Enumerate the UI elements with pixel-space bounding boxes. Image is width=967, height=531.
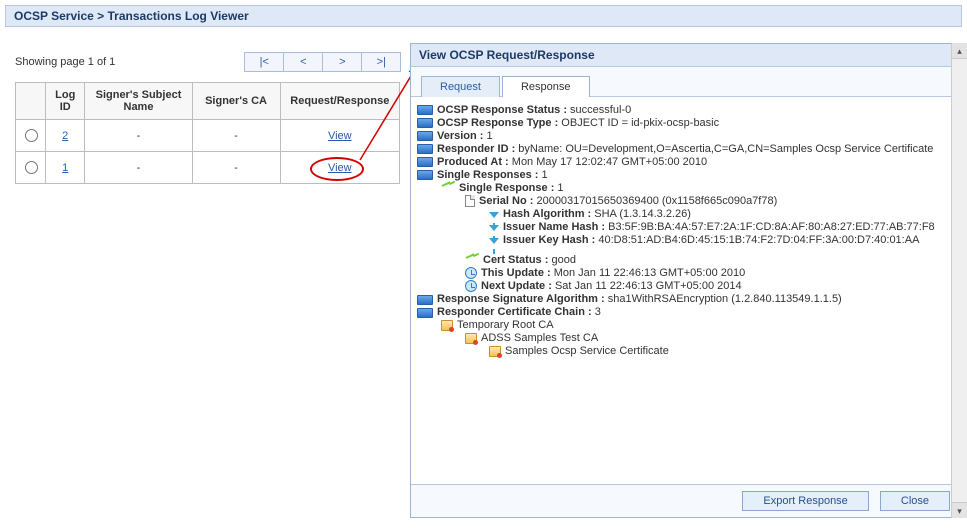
pager-first[interactable]: |< xyxy=(244,52,284,72)
brick-icon xyxy=(417,105,433,115)
clock-icon xyxy=(465,280,477,292)
response-type-value: OBJECT ID = id-pkix-ocsp-basic xyxy=(558,117,719,129)
brick-icon xyxy=(417,131,433,141)
issuerkey-label: Issuer Key Hash : xyxy=(503,234,595,246)
vertical-scrollbar[interactable]: ▴ ▾ xyxy=(951,43,967,518)
breadcrumb: OCSP Service > Transactions Log Viewer xyxy=(5,5,962,27)
issuername-label: Issuer Name Hash : xyxy=(503,221,605,233)
cert-node: Samples Ocsp Service Certificate xyxy=(505,345,669,357)
col-logid: Log ID xyxy=(46,83,85,120)
tab-response[interactable]: Response xyxy=(502,76,590,97)
clock-icon xyxy=(465,267,477,279)
sigalg-value: sha1WithRSAEncryption (1.2.840.113549.1.… xyxy=(605,293,842,305)
certificate-icon xyxy=(489,346,501,357)
close-button[interactable]: Close xyxy=(880,491,950,511)
row-ca: - xyxy=(192,120,280,152)
certificate-icon xyxy=(441,320,453,331)
pager-text: Showing page 1 of 1 xyxy=(15,56,115,68)
export-response-button[interactable]: Export Response xyxy=(742,491,868,511)
doc-icon xyxy=(465,195,475,207)
issuerkey-value: 40:D8:51:AD:B4:6D:45:15:1B:74:F2:7D:04:F… xyxy=(595,234,919,246)
responderid-label: Responder ID : xyxy=(437,143,515,155)
single-response-label: Single Response : xyxy=(459,182,554,194)
filter-icon xyxy=(489,225,499,231)
response-type-label: OCSP Response Type : xyxy=(437,117,558,129)
log-table: Log ID Signer's Subject Name Signer's CA… xyxy=(15,82,400,184)
nextupdate-value: Sat Jan 11 22:46:13 GMT+05:00 2014 xyxy=(552,280,742,292)
version-label: Version : xyxy=(437,130,483,142)
brick-icon xyxy=(417,144,433,154)
response-tree: OCSP Response Status : successful-0 OCSP… xyxy=(411,97,956,484)
detail-panel: View OCSP Request/Response Request Respo… xyxy=(410,43,957,518)
scroll-up-icon[interactable]: ▴ xyxy=(952,43,967,59)
hashalg-label: Hash Algorithm : xyxy=(503,208,591,220)
brick-icon xyxy=(417,170,433,180)
scroll-down-icon[interactable]: ▾ xyxy=(952,502,967,518)
filter-icon xyxy=(489,212,499,218)
nextupdate-label: Next Update : xyxy=(481,280,552,292)
tab-strip: Request Response xyxy=(411,67,956,97)
responderid-value: byName: OU=Development,O=Ascertia,C=GA,C… xyxy=(515,143,933,155)
col-select xyxy=(16,83,46,120)
table-row: 2 - - View xyxy=(16,120,400,152)
cert-node: Temporary Root CA xyxy=(457,319,554,331)
certificate-icon xyxy=(465,333,477,344)
certstatus-value: good xyxy=(548,254,576,266)
certchain-value: 3 xyxy=(592,306,601,318)
row-signer: - xyxy=(85,120,192,152)
pager-next[interactable]: > xyxy=(322,52,362,72)
brick-icon xyxy=(417,157,433,167)
col-reqres: Request/Response xyxy=(280,83,399,120)
certstatus-label: Cert Status : xyxy=(483,254,548,266)
brick-icon xyxy=(417,118,433,128)
cert-node: ADSS Samples Test CA xyxy=(481,332,598,344)
logid-link[interactable]: 1 xyxy=(62,162,68,174)
pager-last[interactable]: >| xyxy=(361,52,401,72)
row-ca: - xyxy=(192,152,280,184)
brick-icon xyxy=(417,295,433,305)
serial-label: Serial No : xyxy=(479,195,533,207)
response-status-label: OCSP Response Status : xyxy=(437,104,567,116)
certchain-label: Responder Certificate Chain : xyxy=(437,306,592,318)
tab-request[interactable]: Request xyxy=(421,76,500,97)
single-response-value: 1 xyxy=(554,182,563,194)
hashalg-value: SHA (1.3.14.3.2.26) xyxy=(591,208,691,220)
panel-title: View OCSP Request/Response xyxy=(411,44,956,67)
filter-icon xyxy=(489,238,499,244)
row-signer: - xyxy=(85,152,192,184)
response-status-value: successful-0 xyxy=(567,104,631,116)
row-radio[interactable] xyxy=(25,129,38,142)
thisupdate-value: Mon Jan 11 22:46:13 GMT+05:00 2010 xyxy=(551,267,746,279)
logid-link[interactable]: 2 xyxy=(62,130,68,142)
serial-value: 20000317015650369400 (0x1158f665c090a7f7… xyxy=(533,195,777,207)
pager-prev[interactable]: < xyxy=(283,52,323,72)
version-value: 1 xyxy=(483,130,492,142)
single-responses-value: 1 xyxy=(538,169,547,181)
panel-footer: Export Response Close xyxy=(411,484,956,517)
thisupdate-label: This Update : xyxy=(481,267,551,279)
key-icon xyxy=(465,254,479,266)
row-radio[interactable] xyxy=(25,161,38,174)
sigalg-label: Response Signature Algorithm : xyxy=(437,293,605,305)
producedat-value: Mon May 17 12:02:47 GMT+05:00 2010 xyxy=(509,156,707,168)
view-link[interactable]: View xyxy=(328,162,352,174)
col-ca: Signer's CA xyxy=(192,83,280,120)
table-row: 1 - - View xyxy=(16,152,400,184)
producedat-label: Produced At : xyxy=(437,156,509,168)
key-icon xyxy=(441,182,455,194)
brick-icon xyxy=(417,308,433,318)
col-signer: Signer's Subject Name xyxy=(85,83,192,120)
issuername-value: B3:5F:9B:BA:4A:57:E7:2A:1F:CD:8A:AF:80:A… xyxy=(605,221,935,233)
single-responses-label: Single Responses : xyxy=(437,169,538,181)
view-link[interactable]: View xyxy=(328,130,352,142)
